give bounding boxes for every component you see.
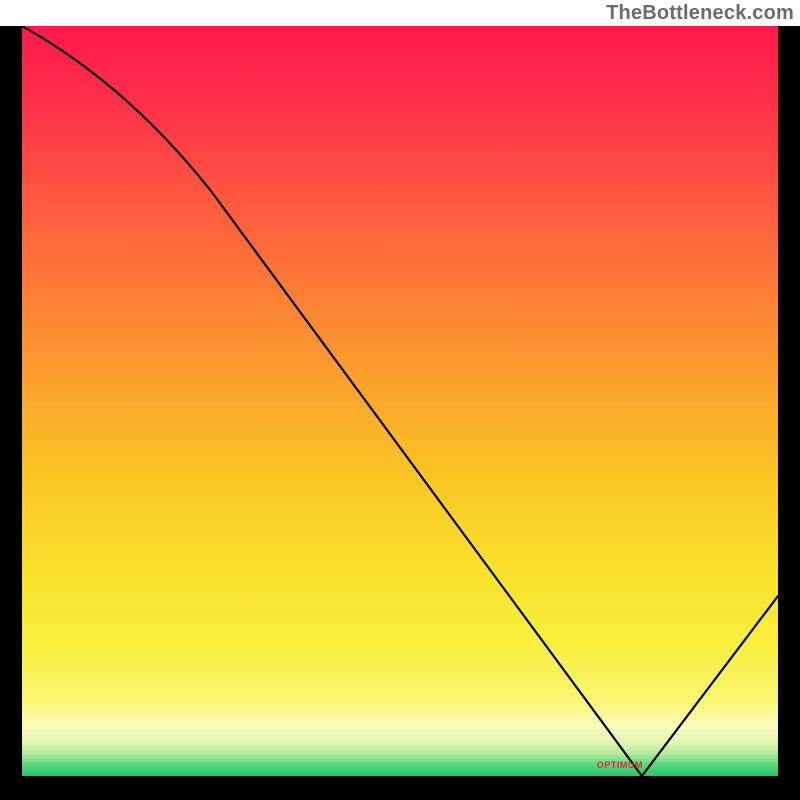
chart-frame: TheBottleneck.com OPTIMUM (0, 0, 800, 800)
gradient-background (22, 26, 778, 776)
plot-area: OPTIMUM (22, 26, 778, 776)
optimum-marker-label: OPTIMUM (597, 760, 643, 770)
attribution-text: TheBottleneck.com (606, 2, 794, 25)
chart-outer-border: OPTIMUM (0, 26, 800, 800)
chart-svg (22, 26, 778, 776)
